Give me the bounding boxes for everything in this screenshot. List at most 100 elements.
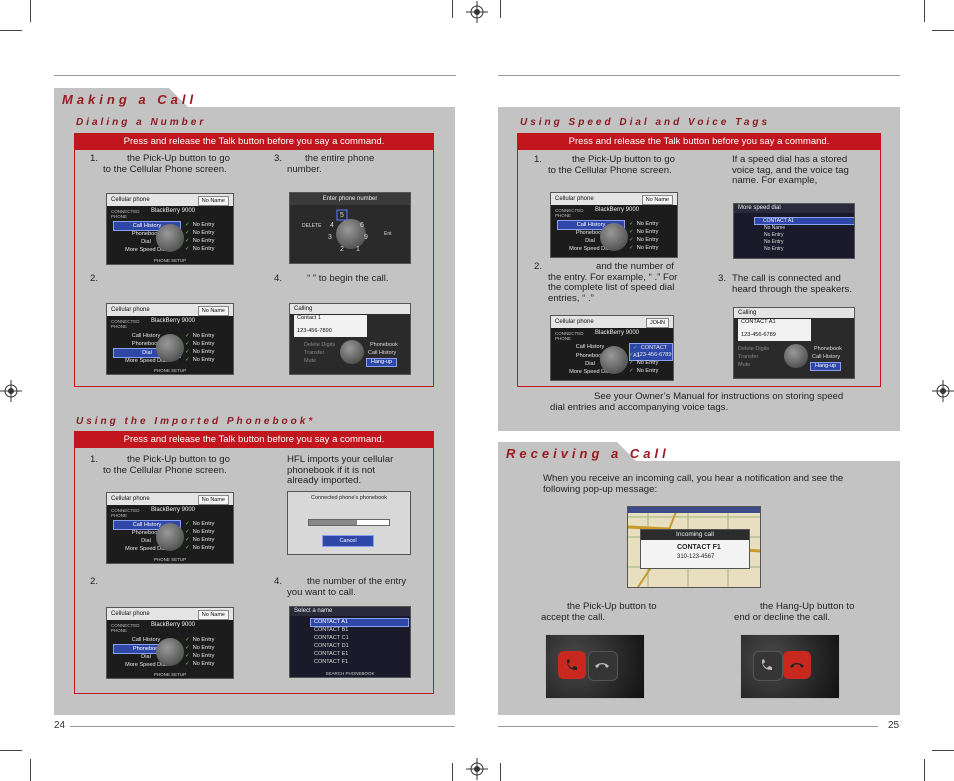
screen-cellular-phone-contact: Cellular phone JOHN CONNECTED PHONE Black… [550,315,674,381]
option-mute[interactable]: Mute [304,358,316,365]
crop-mark [932,750,954,751]
incoming-title: Incoming call [641,530,749,540]
screen-header: Cellular phone [111,197,150,203]
registration-mark-icon [466,1,488,23]
caller-info: CONTACT A1 123-456-6789 [738,319,811,341]
option-transfer[interactable]: Transfer [738,354,758,361]
entry: ✓ No Entry [185,661,215,667]
step-number: 1. [90,454,99,465]
receiving-intro: When you receive an incoming call, you h… [543,473,844,495]
connected-phone-label: CONNECTED PHONE [111,319,140,329]
cancel-button[interactable]: Cancel [322,535,374,547]
caller-info: Contact 1 123-456-7890 [294,315,367,337]
crop-mark [0,30,22,31]
crop-mark [500,763,501,781]
page-number: 25 [888,720,900,731]
entry: ✓ No Entry [185,537,215,543]
option-hang-up[interactable]: Hang-up [810,362,842,371]
caller-name: CONTACT A1 [741,319,776,325]
knob [784,344,808,368]
step-text: the Pick-Up button to go to the Cellular… [103,153,230,175]
knob [156,638,184,666]
screen-header: Calling [290,304,410,314]
entry: ✓ No Entry [185,521,215,527]
entry: ✓ No Entry [185,545,215,551]
screen-name-tag: No Name [641,195,673,205]
entry: ✓ No Entry [185,230,215,236]
step-text: “ ” to begin the call. [307,273,389,284]
speed-dial-row[interactable]: No Name [764,225,785,231]
speed-dial-row[interactable]: No Entry [764,232,783,238]
option-call-history[interactable]: Call History [812,354,840,361]
crop-mark [500,0,501,18]
screen-name-tag: No Name [197,196,229,206]
step-number: 3. [274,153,283,164]
option-delete-digits[interactable]: Delete Digits [738,346,769,353]
bottom-rule [70,726,455,727]
screen-keypad: Enter phone number 54 6 3 9 2 1 DELETE Ent [289,192,411,264]
speed-dial-row[interactable]: CONTACT A1 [754,217,854,225]
screen-header: More speed dial [734,204,854,213]
phone-name: BlackBerry 9000 [595,330,640,336]
phone-name: BlackBerry 9000 [151,622,196,628]
screen-name-tag: No Name [197,610,229,620]
svg-text:9: 9 [364,234,368,241]
crop-mark [30,759,31,781]
option-mute[interactable]: Mute [738,362,750,369]
entry: ✓ No Entry [629,245,659,251]
step-text: the Pick-Up button to go to the Cellular… [548,154,675,176]
contact-row[interactable]: CONTACT B1 [314,627,348,633]
subsection-title-phonebook: Using the Imported Phonebook* [76,416,316,427]
screen-header: Cellular phone [555,319,594,325]
speed-dial-row[interactable]: No Entry [764,246,783,252]
screen-importing: Connected phone's phonebook Cancel [287,491,411,555]
registration-mark-icon [0,380,22,402]
step-text: the number of the entry you want to call… [287,576,407,598]
caller-name: Contact 1 [297,315,321,321]
contact-row[interactable]: CONTACT D1 [314,643,349,649]
option-hang-up[interactable]: Hang-up [366,358,398,367]
phone-name: BlackBerry 9000 [595,207,640,213]
note-text: HFL imports your cellular phonebook if i… [287,454,394,486]
screen-cellular-phone: Cellular phone No Name CONNECTED PHONE Bl… [106,193,234,265]
option-delete-digits[interactable]: Delete Digits [304,342,335,349]
connected-phone-label: CONNECTED PHONE [555,331,584,341]
entry: ✓ No Entry [629,229,659,235]
screen-header: Calling [734,308,854,318]
keypad-digits-icon: 54 6 3 9 2 1 DELETE Ent [302,209,392,253]
phone-hangup-icon [595,663,609,668]
screen-calling-contact: Calling CONTACT A1 123-456-6789 Delete Di… [733,307,855,379]
screen-calling: Calling Contact 1 123-456-7890 Delete Dig… [289,303,411,375]
screen-header: Cellular phone [111,307,150,313]
step-number: 2. [534,261,543,272]
contact-row[interactable]: CONTACT F1 [314,659,348,665]
phone-name: BlackBerry 9000 [151,318,196,324]
step-text: and the number of the entry. For example… [548,261,678,304]
connected-phone-label: CONNECTED PHONE [111,623,140,633]
contact-row[interactable]: CONTACT C1 [314,635,349,641]
caller-number: 123-456-6789 [741,332,776,338]
incoming-call-popup: Incoming call CONTACT F1 310-123-4567 [640,529,750,569]
knob [156,523,184,551]
entry: ✓ No Entry [629,368,659,374]
svg-text:Ent: Ent [384,231,392,237]
screen-name-tag: No Name [197,306,229,316]
speed-dial-row[interactable]: No Entry [764,239,783,245]
instruction-bar: Press and release the Talk button before… [518,134,880,150]
entry: ✓ No Entry [185,357,215,363]
option-call-history[interactable]: Call History [368,350,396,357]
contact-row[interactable]: CONTACT A1 [310,618,409,627]
phone-name: BlackBerry 9000 [151,208,196,214]
screen-cellular-phone: Cellular phone No Name CONNECTED PHONE Bl… [106,492,234,564]
entry: ✓ No Entry [185,341,215,347]
screen-header: Cellular phone [555,196,594,202]
page-number: 24 [54,720,66,731]
option-transfer[interactable]: Transfer [304,350,324,357]
crop-mark [452,0,453,18]
registration-mark-icon [466,758,488,780]
contact-row[interactable]: CONTACT E1 [314,651,348,657]
bottom-rule [498,726,878,727]
phone-pickup-icon [567,659,577,670]
option-phonebook[interactable]: Phonebook [370,342,398,349]
option-phonebook[interactable]: Phonebook [814,346,842,353]
